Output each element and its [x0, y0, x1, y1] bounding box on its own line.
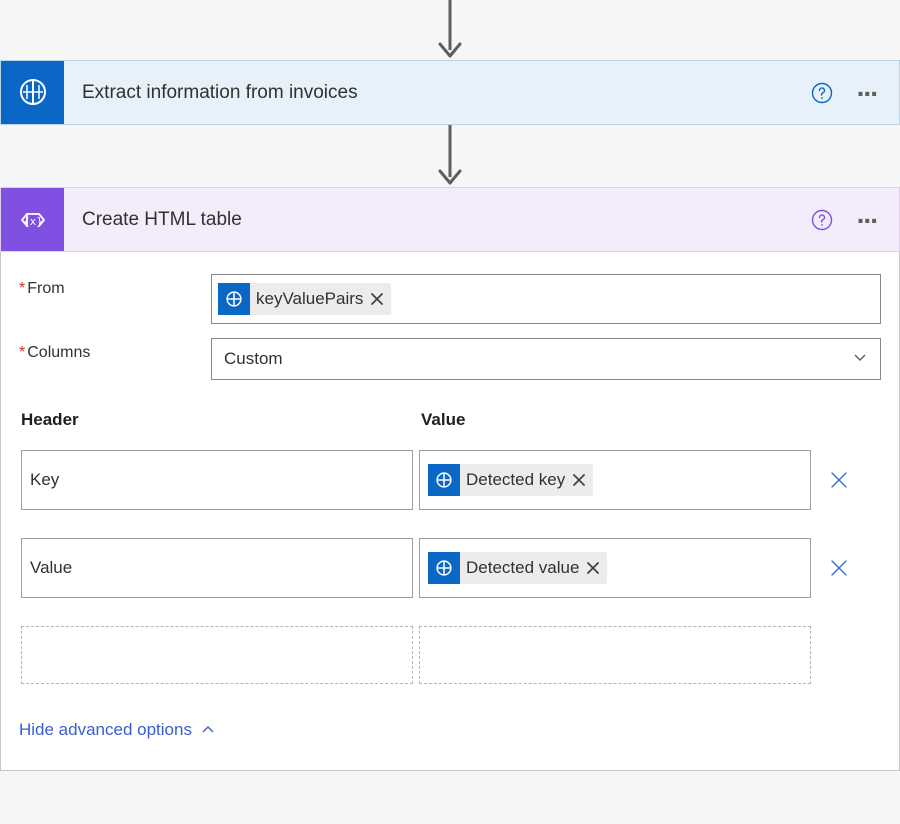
ai-builder-icon — [218, 283, 250, 315]
dynamic-token-detected-key[interactable]: Detected key — [428, 464, 593, 496]
action-extract-invoices[interactable]: Extract information from invoices ... — [0, 60, 900, 125]
header-value-input[interactable]: Detected key — [419, 450, 811, 510]
remove-token-icon[interactable] — [583, 558, 603, 578]
column-mapping-row: Key Detected key — [21, 450, 879, 510]
dynamic-token-detected-value[interactable]: Detected value — [428, 552, 607, 584]
ai-builder-icon — [428, 464, 460, 496]
action-title: Create HTML table — [82, 209, 811, 231]
ai-builder-icon — [428, 552, 460, 584]
header-value-input[interactable] — [419, 626, 811, 684]
delete-row-button[interactable] — [817, 538, 861, 598]
connector-arrow-mid — [0, 125, 900, 187]
columns-header-header: Header — [21, 410, 415, 430]
header-name-input[interactable] — [21, 626, 413, 684]
column-mapping-row: Value Detected value — [21, 538, 879, 598]
data-operations-icon: {x} — [1, 188, 64, 251]
column-mapping-row-new — [21, 626, 879, 684]
header-value-input[interactable]: Detected value — [419, 538, 811, 598]
chevron-up-icon — [200, 722, 216, 738]
action-create-html-table[interactable]: {x} Create HTML table ... — [0, 187, 900, 252]
header-name-input[interactable]: Key — [21, 450, 413, 510]
from-label: *From — [19, 274, 201, 298]
remove-token-icon[interactable] — [367, 289, 387, 309]
advanced-options-label: Hide advanced options — [19, 720, 192, 740]
help-icon[interactable] — [811, 209, 833, 231]
columns-header-value: Value — [421, 410, 879, 430]
action-title: Extract information from invoices — [82, 82, 811, 104]
header-name-input[interactable]: Value — [21, 538, 413, 598]
connector-arrow-top — [0, 0, 900, 60]
token-label: keyValuePairs — [250, 289, 367, 309]
action-create-html-table-body: *From keyValuePairs — [0, 252, 900, 771]
chevron-down-icon — [852, 349, 868, 370]
from-input[interactable]: keyValuePairs — [211, 274, 881, 324]
dynamic-token-keyvaluepairs[interactable]: keyValuePairs — [218, 283, 391, 315]
delete-row-button[interactable] — [817, 450, 861, 510]
svg-text:{x}: {x} — [23, 215, 43, 228]
columns-select-value: Custom — [224, 349, 283, 369]
hide-advanced-options-link[interactable]: Hide advanced options — [1, 684, 899, 770]
help-icon[interactable] — [811, 82, 833, 104]
remove-token-icon[interactable] — [569, 470, 589, 490]
token-label: Detected key — [460, 470, 569, 490]
columns-select[interactable]: Custom — [211, 338, 881, 380]
token-label: Detected value — [460, 558, 583, 578]
columns-label: *Columns — [19, 338, 201, 362]
ai-builder-icon — [1, 61, 64, 124]
